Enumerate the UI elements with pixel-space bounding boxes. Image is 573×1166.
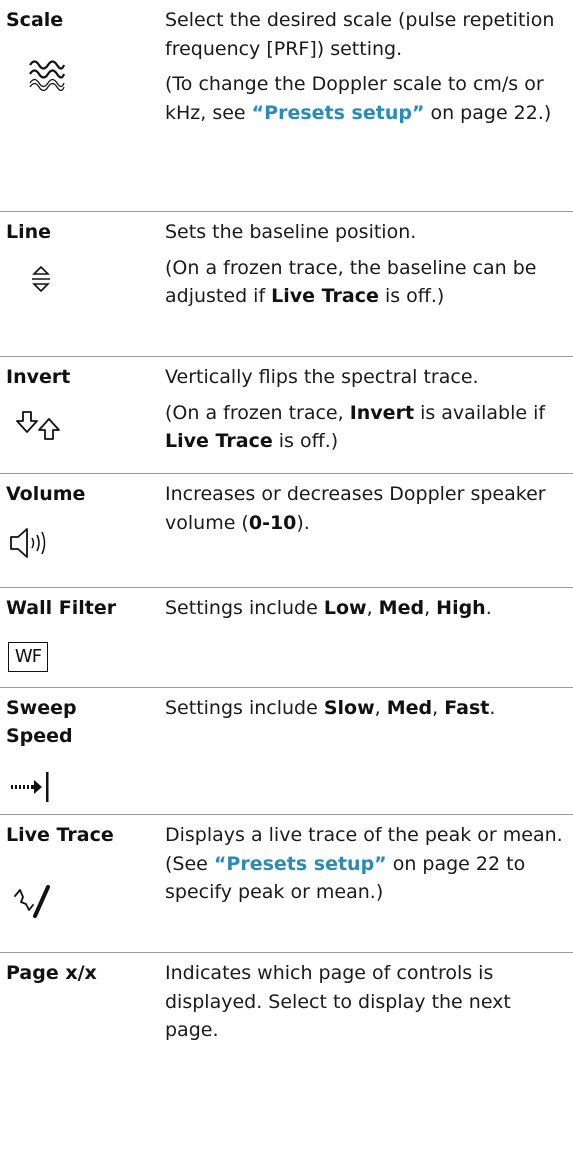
presets-setup-link[interactable]: “Presets setup” xyxy=(252,102,425,124)
control-name: Page x/x xyxy=(6,962,97,984)
presets-setup-link[interactable]: “Presets setup” xyxy=(214,853,387,875)
control-description: Increases or decreases Doppler speaker v… xyxy=(165,480,565,537)
control-name: Wall Filter xyxy=(6,597,117,619)
description-text: Sets the baseline position. xyxy=(165,221,417,243)
table-row-sweep-speed: Sweep Speed Settings include Slow, Med, … xyxy=(0,687,573,814)
table-row-volume: Volume Increases or decreases Doppler sp… xyxy=(0,473,573,587)
control-name: Sweep Speed xyxy=(6,697,77,747)
description-text: Select the desired scale (pulse repetiti… xyxy=(165,9,555,60)
description-text: Increases or decreases Doppler speaker v… xyxy=(165,483,546,534)
description-text: Indicates which page of controls is disp… xyxy=(165,962,511,1041)
control-description: Settings include Slow, Med, Fast. xyxy=(165,694,565,723)
control-description: Displays a live trace of the peak or mea… xyxy=(165,821,565,907)
scale-waves-icon xyxy=(28,55,66,91)
control-name: Invert xyxy=(6,366,71,388)
table-row-page: Page x/x Indicates which page of control… xyxy=(0,952,573,1166)
description-note: (On a frozen trace, the baseline can be … xyxy=(165,256,537,308)
control-name: Line xyxy=(6,221,52,243)
description-text: Vertically flips the spectral trace. xyxy=(165,366,479,388)
invert-arrows-icon xyxy=(16,409,60,443)
description-text: Settings include Slow, Med, Fast. xyxy=(165,697,496,719)
control-name: Scale xyxy=(6,9,64,31)
description-text: Displays a live trace of the peak or mea… xyxy=(165,824,563,903)
control-description: Select the desired scale (pulse repetiti… xyxy=(165,6,565,127)
control-name: Volume xyxy=(6,483,86,505)
speaker-volume-icon xyxy=(8,526,54,560)
description-note: (On a frozen trace, Invert is available … xyxy=(165,401,546,453)
table-row-scale: Scale Select the desired scale (pulse re… xyxy=(0,0,573,211)
control-description: Sets the baseline position. (On a frozen… xyxy=(165,218,565,311)
control-description: Indicates which page of controls is disp… xyxy=(165,959,565,1045)
live-trace-icon xyxy=(12,881,54,921)
table-row-wall-filter: Wall Filter WF Settings include Low, Med… xyxy=(0,587,573,687)
control-name: Live Trace xyxy=(6,824,114,846)
description-note: (To change the Doppler scale to cm/s or … xyxy=(165,73,552,124)
table-row-line: Line Sets the baseline position. (On a f… xyxy=(0,211,573,356)
baseline-arrows-icon xyxy=(30,264,52,294)
control-description: Vertically flips the spectral trace. (On… xyxy=(165,363,565,456)
table-row-invert: Invert Vertically flips the spectral tra… xyxy=(0,356,573,473)
table-row-live-trace: Live Trace Displays a live trace of the … xyxy=(0,814,573,952)
sweep-speed-icon xyxy=(10,770,52,804)
wall-filter-icon: WF xyxy=(8,642,48,672)
description-text: Settings include Low, Med, High. xyxy=(165,597,492,619)
control-description: Settings include Low, Med, High. xyxy=(165,594,565,623)
controls-table: Scale Select the desired scale (pulse re… xyxy=(0,0,573,1166)
